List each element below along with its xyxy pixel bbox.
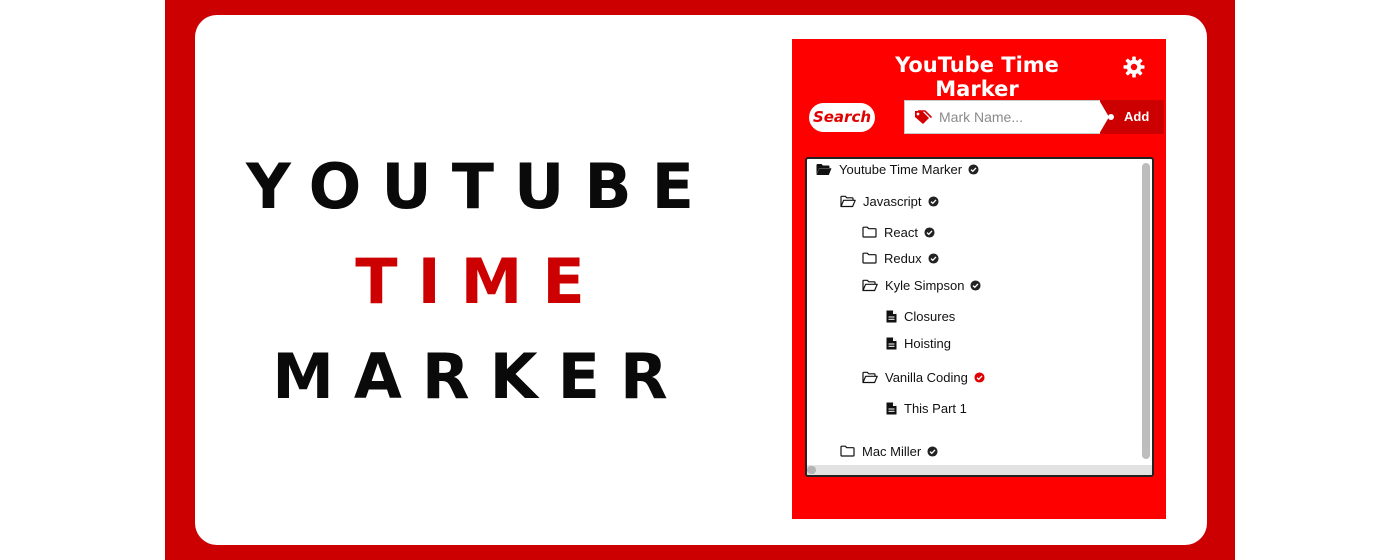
tree-node-label: Closures	[904, 308, 956, 324]
tree-node[interactable]: Kyle Simpson	[862, 276, 982, 294]
add-button[interactable]: Add	[1099, 100, 1164, 134]
tree-node-label: Redux	[884, 250, 922, 266]
folder-icon	[862, 252, 877, 264]
tree-node-label: React	[884, 224, 918, 240]
tree-node[interactable]: React	[862, 223, 935, 241]
vertical-scrollbar[interactable]	[1142, 163, 1150, 459]
tree-node-label: Kyle Simpson	[885, 277, 965, 293]
file-icon	[886, 402, 897, 414]
check-circle-icon	[968, 163, 979, 175]
banner-title-line-2: TIME	[355, 245, 605, 318]
folder-open-icon	[862, 279, 878, 291]
horizontal-scrollbar[interactable]	[807, 465, 1152, 475]
folder-icon	[840, 445, 855, 457]
folder-open-icon	[816, 163, 832, 175]
tree-node[interactable]: Youtube Time Marker	[816, 160, 979, 178]
check-circle-icon	[970, 279, 982, 291]
extension-popup: YouTube Time Marker Search Add	[792, 39, 1166, 519]
popup-title: YouTube Time Marker	[895, 53, 1059, 101]
file-icon	[886, 337, 897, 349]
tree-node[interactable]: This Part 1	[886, 399, 967, 417]
check-circle-icon	[924, 226, 935, 238]
tree-node-label: Hoisting	[904, 335, 951, 351]
check-circle-icon	[927, 445, 938, 457]
tree-node[interactable]: Redux	[862, 249, 939, 267]
tree-node-label: Vanilla Coding	[885, 369, 968, 385]
gear-icon[interactable]	[1122, 55, 1146, 79]
tree-node[interactable]: Hoisting	[886, 334, 951, 352]
tree-node[interactable]: Mac Miller	[840, 442, 938, 460]
add-button-label: Add	[1124, 109, 1150, 124]
check-circle-icon	[974, 371, 985, 383]
tree-node[interactable]: Vanilla Coding	[862, 368, 985, 386]
file-icon	[886, 310, 897, 322]
tag-icon	[915, 110, 932, 124]
check-circle-icon	[928, 252, 939, 264]
tree-node-label: This Part 1	[904, 400, 967, 416]
mark-name-input[interactable]	[939, 107, 1094, 127]
folder-icon	[862, 226, 877, 238]
tree-node[interactable]: Closures	[886, 307, 955, 325]
folder-open-icon	[862, 371, 878, 383]
banner-title-line-1: YOUTUBE	[246, 150, 714, 223]
tree-node-label: Javascript	[863, 193, 922, 209]
marker-tree: Youtube Time Marker Javascript React Red…	[805, 157, 1154, 477]
search-button[interactable]: Search	[809, 103, 875, 132]
mark-name-field	[904, 100, 1102, 134]
tree-node-label: Youtube Time Marker	[839, 161, 963, 177]
add-button-dot	[1108, 114, 1114, 120]
tree-node[interactable]: Javascript	[840, 192, 939, 210]
tree-node-label: Mac Miller	[862, 443, 922, 459]
check-circle-icon	[927, 195, 939, 207]
horizontal-scrollbar-thumb[interactable]	[807, 466, 816, 474]
folder-open-icon	[840, 195, 856, 207]
banner-title-line-3: MARKER	[272, 340, 688, 413]
